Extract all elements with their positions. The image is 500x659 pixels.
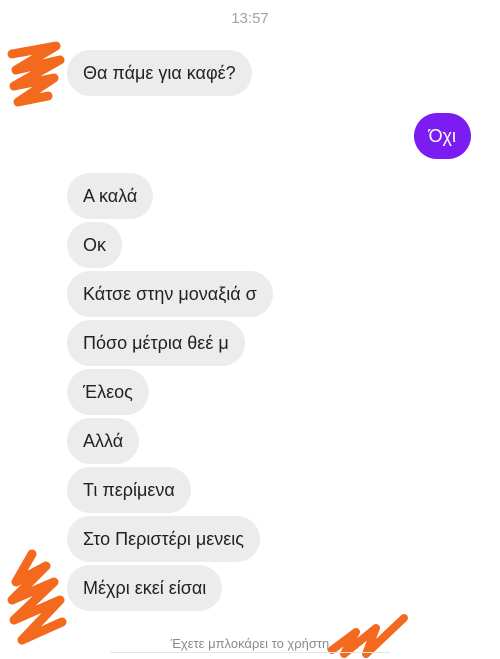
blocked-user-notice: Έχετε μπλοκάρει το χρήστη <box>170 636 330 651</box>
avatar-redaction-scribble <box>7 41 65 107</box>
composer-divider <box>110 652 390 659</box>
avatar-redaction-scribble <box>7 549 67 645</box>
message-bubble-incoming[interactable]: Στο Περιστέρι μενεις <box>67 516 260 562</box>
message-bubble-outgoing[interactable]: Όχι <box>413 113 471 159</box>
message-bubble-incoming[interactable]: Πόσο μέτρια θεέ μ <box>67 320 245 366</box>
message-bubble-incoming[interactable]: Μέχρι εκεί είσαι <box>67 565 223 611</box>
message-bubble-incoming[interactable]: Κάτσε στην μοναξιά σ <box>67 271 273 317</box>
chat-thread: 13:57 Θα πάμε για καφέ? Όχι Α καλά Οκ Κά… <box>0 0 500 659</box>
message-bubble-incoming[interactable]: Θα πάμε για καφέ? <box>67 50 252 96</box>
message-bubble-incoming[interactable]: Αλλά <box>67 418 140 464</box>
message-bubble-incoming[interactable]: Οκ <box>67 222 123 268</box>
message-timestamp: 13:57 <box>231 10 269 27</box>
message-bubble-incoming[interactable]: Έλεος <box>67 369 149 415</box>
message-bubble-incoming[interactable]: Τι περίμενα <box>67 467 191 513</box>
message-bubble-incoming[interactable]: Α καλά <box>67 173 154 219</box>
